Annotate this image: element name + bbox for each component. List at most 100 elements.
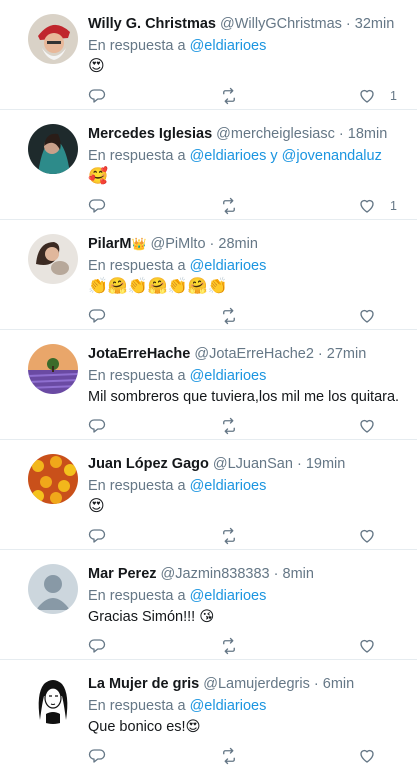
tweet-actions — [88, 636, 417, 656]
like-button[interactable] — [358, 306, 390, 326]
tweet-text: 👏🤗👏🤗👏🤗👏 — [88, 278, 228, 295]
author-handle[interactable]: @LJuanSan — [213, 456, 293, 472]
separator-dot: · — [317, 346, 323, 362]
author-handle[interactable]: @JotaErreHache2 — [194, 346, 314, 362]
heart-icon — [360, 89, 374, 103]
tweet-text: Que bonico es!😍 — [88, 719, 201, 735]
reply-prefix: En respuesta a — [88, 148, 190, 164]
heart-icon — [360, 529, 374, 543]
tweet-text: 🥰 — [88, 168, 108, 185]
tweet-actions — [88, 526, 417, 546]
reply-button[interactable] — [88, 306, 106, 326]
avatar[interactable] — [28, 234, 78, 284]
like-count: 1 — [390, 199, 397, 213]
avatar[interactable] — [28, 564, 78, 614]
reply-icon — [88, 749, 106, 763]
reply-context: En respuesta a @eldiarioes y @jovenandal… — [88, 146, 411, 166]
retweet-button[interactable] — [220, 306, 238, 326]
retweet-icon — [223, 747, 235, 765]
like-button[interactable] — [358, 416, 390, 436]
mention-link[interactable]: @eldiarioes — [190, 368, 267, 384]
author-name[interactable]: Juan López Gago — [88, 456, 209, 472]
mention-link[interactable]: @eldiarioes y @jovenandaluz — [190, 148, 382, 164]
reply-button[interactable] — [88, 746, 106, 766]
author-name[interactable]: Mar Perez — [88, 566, 157, 582]
retweet-button[interactable] — [220, 416, 238, 436]
tweet-text: Mil sombreros que tuviera,los mil me los… — [88, 389, 400, 405]
mention-link[interactable]: @eldiarioes — [190, 38, 267, 54]
tweet-actions: 1 — [88, 196, 417, 216]
timestamp[interactable]: 8min — [283, 566, 314, 582]
avatar[interactable] — [28, 674, 78, 724]
timestamp[interactable]: 27min — [327, 346, 367, 362]
avatar[interactable] — [28, 14, 78, 64]
author-handle[interactable]: @Jazmin838383 — [161, 566, 270, 582]
mention-link[interactable]: @eldiarioes — [190, 258, 267, 274]
retweet-button[interactable] — [220, 196, 238, 216]
tweet[interactable]: La Mujer de gris @Lamujerdegris · 6min E… — [0, 660, 417, 775]
reply-prefix: En respuesta a — [88, 38, 190, 54]
author-handle[interactable]: @mercheiglesiasc — [216, 126, 335, 142]
author-name[interactable]: JotaErreHache — [88, 346, 190, 362]
author-name[interactable]: PilarM — [88, 236, 132, 252]
like-button[interactable] — [358, 746, 390, 766]
tweet-text: 😍 — [88, 498, 105, 515]
reply-context: En respuesta a @eldiarioes — [88, 476, 411, 496]
tweet[interactable]: Mar Perez @Jazmin838383 · 8min En respue… — [0, 550, 417, 660]
mention-link[interactable]: @eldiarioes — [190, 588, 267, 604]
avatar[interactable] — [28, 454, 78, 504]
author-name[interactable]: La Mujer de gris — [88, 676, 199, 692]
reply-button[interactable] — [88, 636, 106, 656]
timestamp[interactable]: 19min — [306, 456, 346, 472]
reply-button[interactable] — [88, 526, 106, 546]
author-handle[interactable]: @PiMlto — [151, 236, 206, 252]
author-name[interactable]: Willy G. Christmas — [88, 16, 216, 32]
timestamp[interactable]: 6min — [323, 676, 354, 692]
tweet[interactable]: JotaErreHache @JotaErreHache2 · 27min En… — [0, 330, 417, 440]
reply-button[interactable] — [88, 196, 106, 216]
like-button[interactable]: 1 — [358, 196, 397, 216]
retweet-button[interactable] — [220, 86, 238, 106]
tweet[interactable]: Mercedes Iglesias @mercheiglesiasc · 18m… — [0, 110, 417, 220]
like-button[interactable]: 1 — [358, 86, 397, 106]
retweet-icon — [223, 417, 235, 435]
avatar[interactable] — [28, 344, 78, 394]
separator-dot: · — [296, 456, 302, 472]
reply-prefix: En respuesta a — [88, 258, 190, 274]
retweet-button[interactable] — [220, 526, 238, 546]
reply-icon — [88, 419, 106, 433]
author-name[interactable]: Mercedes Iglesias — [88, 126, 212, 142]
tweet[interactable]: Juan López Gago @LJuanSan · 19min En res… — [0, 440, 417, 550]
reply-icon — [88, 89, 106, 103]
author-handle[interactable]: @Lamujerdegris — [203, 676, 310, 692]
timestamp[interactable]: 28min — [218, 236, 258, 252]
avatar[interactable] — [28, 124, 78, 174]
retweet-button[interactable] — [220, 746, 238, 766]
author-handle[interactable]: @WillyGChristmas — [220, 16, 342, 32]
tweet-actions — [88, 306, 417, 326]
like-count: 1 — [390, 89, 397, 103]
timestamp[interactable]: 18min — [348, 126, 388, 142]
timestamp[interactable]: 32min — [355, 16, 395, 32]
heart-icon — [360, 749, 374, 763]
retweet-button[interactable] — [220, 636, 238, 656]
mention-link[interactable]: @eldiarioes — [190, 698, 267, 714]
like-button[interactable] — [358, 526, 390, 546]
heart-icon — [360, 199, 374, 213]
retweet-icon — [223, 197, 235, 215]
reply-button[interactable] — [88, 416, 106, 436]
like-button[interactable] — [358, 636, 390, 656]
tweet-actions — [88, 746, 417, 766]
tweet-text: 😍 — [88, 58, 105, 75]
separator-dot: · — [209, 236, 215, 252]
reply-prefix: En respuesta a — [88, 698, 190, 714]
tweet[interactable]: Willy G. Christmas @WillyGChristmas · 32… — [0, 0, 417, 110]
retweet-icon — [223, 87, 235, 105]
reply-context: En respuesta a @eldiarioes — [88, 366, 411, 386]
mention-link[interactable]: @eldiarioes — [190, 478, 267, 494]
heart-icon — [360, 309, 374, 323]
heart-icon — [360, 639, 374, 653]
retweet-icon — [223, 637, 235, 655]
tweet[interactable]: PilarM👑 @PiMlto · 28min En respuesta a @… — [0, 220, 417, 330]
reply-button[interactable] — [88, 86, 106, 106]
